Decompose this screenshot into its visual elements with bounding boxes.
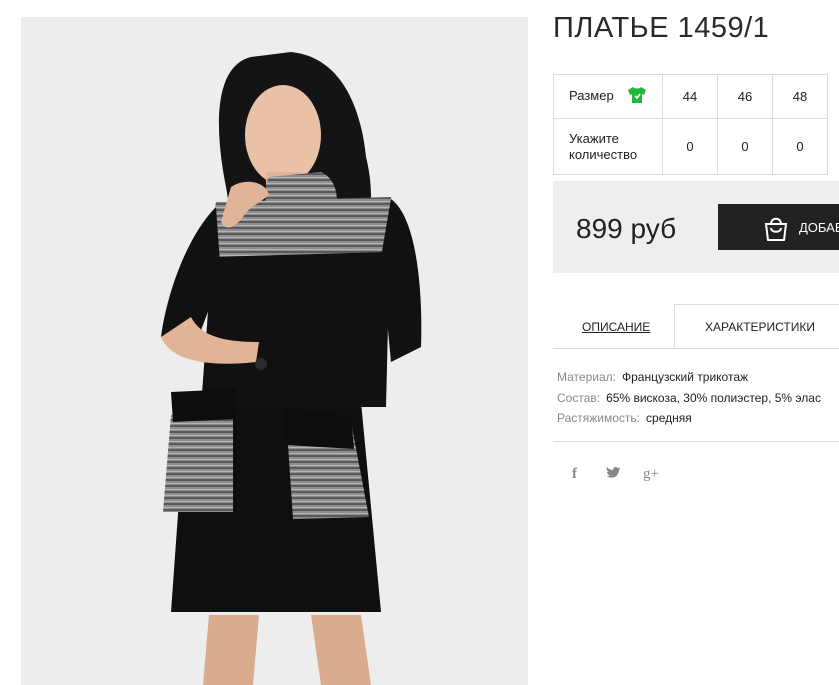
spec-row: Состав: 65% вискоза, 30% полиэстер, 5% эл… bbox=[557, 390, 821, 405]
product-photo[interactable] bbox=[21, 17, 528, 685]
google-plus-icon[interactable]: g+ bbox=[643, 466, 659, 483]
size-cell[interactable]: 46 bbox=[717, 74, 773, 119]
tab-characteristics-label: ХАРАКТЕРИСТИКИ bbox=[705, 320, 816, 334]
twitter-icon[interactable] bbox=[606, 466, 622, 484]
product-price: 899 руб bbox=[576, 213, 677, 244]
tab-description[interactable]: ОПИСАНИЕ bbox=[582, 320, 650, 334]
size-cell[interactable]: 48 bbox=[772, 74, 828, 119]
size-label: Размер bbox=[569, 87, 614, 103]
quantity-label: Укажите количество bbox=[553, 118, 663, 175]
price-box: 899 руб ДОБАВ bbox=[553, 181, 839, 273]
tabs-divider bbox=[553, 348, 839, 349]
facebook-icon[interactable]: f bbox=[572, 466, 577, 483]
spec-row: Материал: Французский трикотаж bbox=[557, 370, 749, 384]
quantity-input[interactable]: 0 bbox=[662, 118, 718, 175]
model-in-dress-image bbox=[161, 52, 422, 685]
quantity-input[interactable]: 0 bbox=[717, 118, 773, 175]
add-to-cart-label: ДОБАВ bbox=[799, 220, 839, 235]
spec-row: Растяжимость: средняя bbox=[557, 411, 692, 425]
product-title: ПЛАТЬЕ 1459/1 bbox=[553, 12, 770, 44]
tab-characteristics[interactable]: ХАРАКТЕРИСТИКИ bbox=[674, 304, 839, 348]
quantity-input[interactable]: 0 bbox=[772, 118, 828, 175]
size-quantity-table: Размер 44 46 48 Укажите количество 0 0 0 bbox=[553, 74, 828, 175]
tshirt-icon[interactable] bbox=[627, 86, 647, 107]
section-divider bbox=[553, 441, 839, 442]
shopping-bag-icon bbox=[762, 214, 790, 245]
add-to-cart-button[interactable]: ДОБАВ bbox=[718, 204, 839, 250]
size-cell[interactable]: 44 bbox=[662, 74, 718, 119]
size-label-cell: Размер bbox=[553, 74, 663, 119]
specs-list: Материал: Французский трикотаж Состав: 65%… bbox=[557, 367, 821, 429]
